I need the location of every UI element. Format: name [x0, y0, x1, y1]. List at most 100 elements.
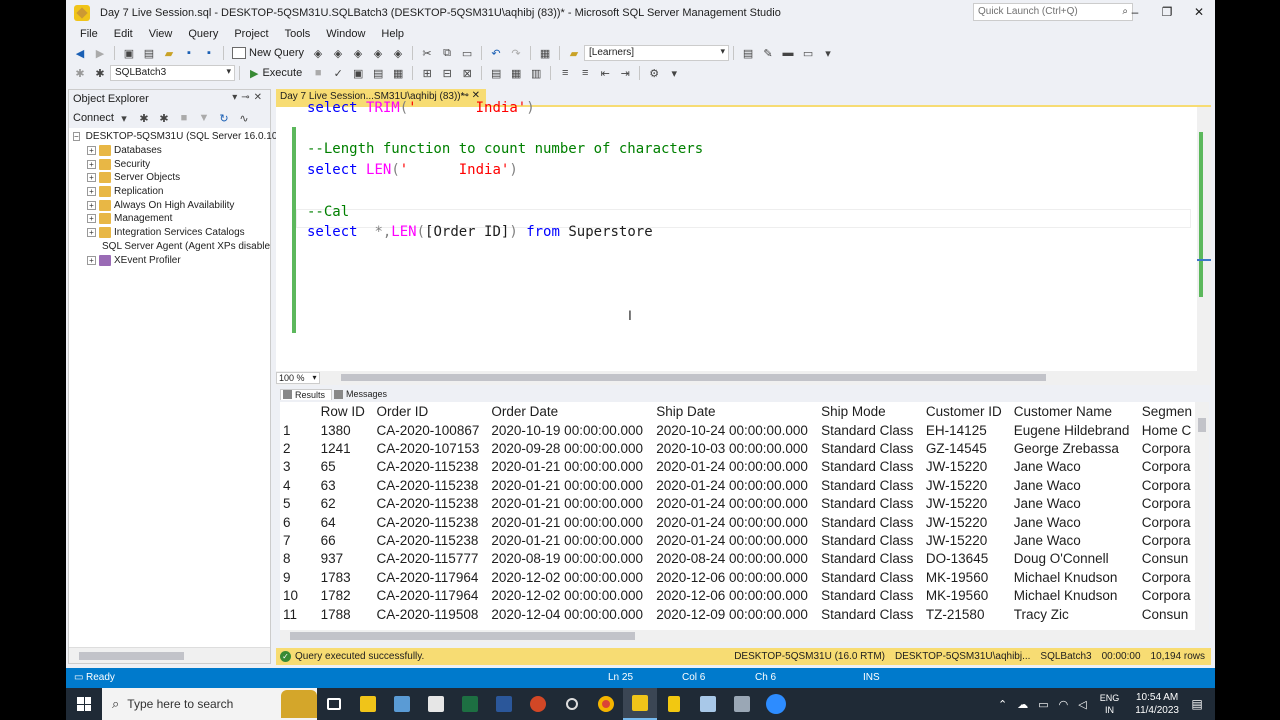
grid-cell[interactable]: EH-14125	[923, 421, 1011, 439]
properties-icon[interactable]: ▤	[740, 45, 756, 61]
grid-cell[interactable]: 1783	[318, 568, 374, 586]
grid-cell[interactable]: Jane Waco	[1011, 513, 1139, 531]
undo-icon[interactable]: ↶	[488, 45, 504, 61]
row-number-cell[interactable]: 5	[280, 495, 318, 513]
notifications-icon[interactable]: ▤	[1187, 697, 1207, 711]
grid-cell[interactable]: 2020-01-24 00:00:00.000	[653, 495, 818, 513]
panel-controls[interactable]: ▾⊸✕	[232, 92, 266, 103]
object-explorer-scrollbar[interactable]	[69, 647, 270, 663]
grid-cell[interactable]: Corpora	[1139, 513, 1195, 531]
grid-cell[interactable]: 2020-01-24 00:00:00.000	[653, 513, 818, 531]
excel-icon[interactable]	[453, 688, 487, 720]
table-row[interactable]: 8 937 CA-2020-115777 2020-08-19 00:00:00.00…	[280, 550, 1195, 568]
restore-button[interactable]: ❐	[1151, 0, 1183, 24]
word-icon[interactable]	[487, 688, 521, 720]
grid-header-cell[interactable]: Ship Mode	[818, 402, 923, 421]
grid-cell[interactable]: Standard Class	[818, 439, 923, 457]
battery-icon[interactable]: ▭	[1038, 698, 1048, 711]
activity-icon[interactable]: ∿	[236, 110, 252, 126]
toolbar-options-icon[interactable]: ▾	[820, 45, 836, 61]
grid-cell[interactable]: 63	[318, 476, 374, 494]
change-connection-icon[interactable]: ✱	[92, 65, 108, 81]
grid-cell[interactable]: 2020-08-24 00:00:00.000	[653, 550, 818, 568]
find-icon[interactable]: ▰	[566, 45, 582, 61]
batch-combo[interactable]: SQLBatch3	[110, 65, 235, 81]
grid-cell[interactable]: Doug O'Connell	[1011, 550, 1139, 568]
grid-cell[interactable]: 2020-10-19 00:00:00.000	[488, 421, 653, 439]
menu-window[interactable]: Window	[318, 28, 373, 40]
search-app-icon[interactable]	[555, 688, 589, 720]
editor-scrollbar[interactable]	[1197, 107, 1211, 373]
grid-cell[interactable]: Jane Waco	[1011, 476, 1139, 494]
grid-cell[interactable]: MK-19560	[923, 568, 1011, 586]
grid-cell[interactable]: JW-15220	[923, 531, 1011, 549]
row-number-cell[interactable]: 6	[280, 513, 318, 531]
mdx-query-icon[interactable]: ◈	[330, 45, 346, 61]
estimated-plan-icon[interactable]: ▣	[350, 65, 366, 81]
results-grid-icon[interactable]: ▦	[390, 65, 406, 81]
grid-cell[interactable]: Standard Class	[818, 495, 923, 513]
tree-node-databases[interactable]: + Databases	[69, 144, 270, 158]
grid-cell[interactable]: Consun	[1139, 605, 1195, 623]
table-row[interactable]: 5 62 CA-2020-115238 2020-01-21 00:00:00.000…	[280, 495, 1195, 513]
table-row[interactable]: 3 65 CA-2020-115238 2020-01-21 00:00:00.000…	[280, 458, 1195, 476]
grid-cell[interactable]: CA-2020-100867	[374, 421, 489, 439]
grid-cell[interactable]: 2020-01-24 00:00:00.000	[653, 458, 818, 476]
grid-cell[interactable]: Standard Class	[818, 605, 923, 623]
grid-cell[interactable]: JW-15220	[923, 476, 1011, 494]
grid-cell[interactable]: 2020-01-21 00:00:00.000	[488, 458, 653, 476]
grid-header-cell[interactable]: Row ID	[318, 402, 374, 421]
grid-cell[interactable]: 2020-09-28 00:00:00.000	[488, 439, 653, 457]
connect-dropdown-arrow-icon[interactable]: ▾	[116, 110, 132, 126]
row-number-cell[interactable]: 8	[280, 550, 318, 568]
new-project-icon[interactable]: ▣	[121, 45, 137, 61]
grid-cell[interactable]: 62	[318, 495, 374, 513]
table-row[interactable]: 2 1241 CA-2020-107153 2020-09-28 00:00:00.0…	[280, 439, 1195, 457]
grid-cell[interactable]: George Zrebassa	[1011, 439, 1139, 457]
grid-cell[interactable]: 64	[318, 513, 374, 531]
grid-header-cell[interactable]: Segmen	[1139, 402, 1195, 421]
grid-cell[interactable]: CA-2020-115238	[374, 458, 489, 476]
tab-messages[interactable]: Messages	[332, 389, 393, 399]
wrench-icon[interactable]: ✎	[760, 45, 776, 61]
open-file-icon[interactable]: ▰	[161, 45, 177, 61]
grid-cell[interactable]: Standard Class	[818, 476, 923, 494]
filter-icon[interactable]: ▼	[196, 110, 212, 126]
results-to-text-icon[interactable]: ▤	[488, 65, 504, 81]
copy-icon[interactable]: ⧉	[439, 45, 455, 61]
window-layout-icon[interactable]: ▭	[800, 45, 816, 61]
row-number-cell[interactable]: 10	[280, 587, 318, 605]
row-number-cell[interactable]: 2	[280, 439, 318, 457]
menu-edit[interactable]: Edit	[106, 28, 141, 40]
grid-cell[interactable]: CA-2020-117964	[374, 587, 489, 605]
grid-cell[interactable]: 2020-08-19 00:00:00.000	[488, 550, 653, 568]
grid-cell[interactable]: GZ-14545	[923, 439, 1011, 457]
grid-cell[interactable]: CA-2020-115777	[374, 550, 489, 568]
minimize-button[interactable]: –	[1119, 0, 1151, 24]
grid-header-cell[interactable]: Ship Date	[653, 402, 818, 421]
file-explorer-icon[interactable]	[351, 688, 385, 720]
menu-help[interactable]: Help	[373, 28, 412, 40]
grid-vertical-scrollbar[interactable]	[1195, 402, 1209, 630]
grid-cell[interactable]: Home C	[1139, 421, 1195, 439]
grid-cell[interactable]: 65	[318, 458, 374, 476]
dax-query-icon[interactable]: ◈	[390, 45, 406, 61]
zoom-icon[interactable]	[759, 688, 793, 720]
grid-cell[interactable]: JW-15220	[923, 495, 1011, 513]
grid-header-cell[interactable]: Order ID	[374, 402, 489, 421]
tree-node-always-on[interactable]: + Always On High Availability	[69, 198, 270, 212]
cloud-icon[interactable]: ☁	[1017, 698, 1028, 711]
grid-cell[interactable]: 2020-12-02 00:00:00.000	[488, 587, 653, 605]
grid-cell[interactable]: CA-2020-115238	[374, 476, 489, 494]
code-area[interactable]: select TRIM(' India') --Length function …	[307, 100, 703, 243]
tree-node-management[interactable]: + Management	[69, 212, 270, 226]
grid-cell[interactable]: Michael Knudson	[1011, 587, 1139, 605]
expand-icon[interactable]: +	[87, 255, 96, 265]
grid-cell[interactable]: 937	[318, 550, 374, 568]
query-editor[interactable]: select TRIM(' India') --Length function …	[276, 100, 1211, 373]
grid-header-cell[interactable]: Customer ID	[923, 402, 1011, 421]
grid-cell[interactable]: 1241	[318, 439, 374, 457]
grid-cell[interactable]: Michael Knudson	[1011, 568, 1139, 586]
grid-cell[interactable]: JW-15220	[923, 513, 1011, 531]
grid-cell[interactable]: 2020-10-24 00:00:00.000	[653, 421, 818, 439]
